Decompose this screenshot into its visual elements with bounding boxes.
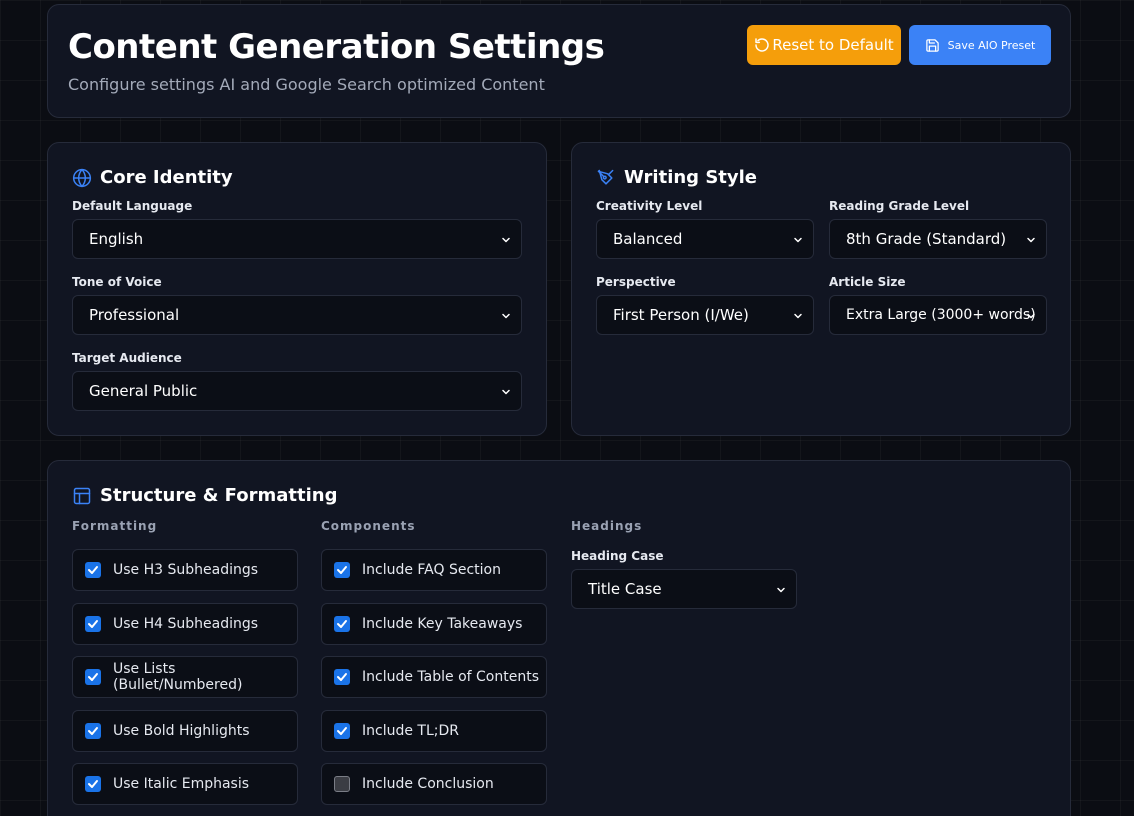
heading-case-value: Title Case bbox=[588, 580, 662, 598]
check-icon bbox=[88, 620, 98, 628]
option-label: Use Bold Highlights bbox=[113, 723, 250, 739]
checkbox-checked[interactable] bbox=[85, 669, 101, 685]
option-label: Use H4 Subheadings bbox=[113, 616, 259, 632]
target-audience-value: General Public bbox=[89, 382, 198, 400]
include-key-takeaways-option[interactable]: Include Key Takeaways bbox=[321, 603, 547, 645]
header-card: Content Generation Settings Configure se… bbox=[47, 4, 1071, 118]
heading-case-select[interactable]: Title Case bbox=[571, 569, 797, 609]
use-italic-emphasis-option[interactable]: Use Italic Emphasis bbox=[72, 763, 298, 805]
reading-grade-level-select[interactable]: 8th Grade (Standard) bbox=[829, 219, 1047, 259]
components-heading: Components bbox=[321, 519, 416, 533]
default-language-label: Default Language bbox=[72, 199, 193, 213]
page-title: Content Generation Settings bbox=[68, 27, 605, 67]
creativity-level-value: Balanced bbox=[613, 230, 683, 248]
formatting-heading: Formatting bbox=[72, 519, 158, 533]
reading-grade-level-value: 8th Grade (Standard) bbox=[846, 230, 1007, 248]
reset-button-label: Reset to Default bbox=[772, 36, 894, 54]
option-label: Use Lists (Bullet/Numbered) bbox=[113, 661, 243, 693]
writing-style-title-text: Writing Style bbox=[624, 167, 758, 188]
globe-icon bbox=[72, 168, 92, 187]
writing-style-title: Writing Style bbox=[596, 167, 757, 188]
writing-style-card: Writing Style Creativity Level Balanced … bbox=[571, 142, 1071, 436]
use-h3-subheadings-option[interactable]: Use H3 Subheadings bbox=[72, 549, 298, 591]
checkbox-checked[interactable] bbox=[334, 616, 350, 632]
layout-icon bbox=[73, 487, 91, 504]
tone-of-voice-label: Tone of Voice bbox=[72, 275, 162, 289]
chevron-down-icon bbox=[794, 313, 802, 319]
checkbox-checked[interactable] bbox=[334, 723, 350, 739]
checkbox-checked[interactable] bbox=[85, 776, 101, 792]
article-size-select[interactable]: Extra Large (3000+ words) bbox=[829, 295, 1047, 335]
rotate-ccw-icon bbox=[755, 38, 770, 52]
chevron-down-icon bbox=[502, 237, 510, 243]
perspective-label: Perspective bbox=[596, 275, 676, 289]
target-audience-select[interactable]: General Public bbox=[72, 371, 522, 411]
structure-formatting-title-text: Structure & Formatting bbox=[100, 485, 338, 506]
structure-formatting-card: Structure & Formatting Formatting Use H3… bbox=[47, 460, 1071, 816]
include-tldr-option[interactable]: Include TL;DR bbox=[321, 710, 547, 752]
use-h4-subheadings-option[interactable]: Use H4 Subheadings bbox=[72, 603, 298, 645]
perspective-value: First Person (I/We) bbox=[613, 306, 749, 324]
pen-nib-icon bbox=[597, 169, 614, 185]
checkbox-checked[interactable] bbox=[334, 669, 350, 685]
page-subtitle: Configure settings AI and Google Search … bbox=[68, 75, 545, 94]
default-language-value: English bbox=[89, 230, 144, 248]
article-size-value: Extra Large (3000+ words) bbox=[846, 307, 1036, 323]
check-icon bbox=[337, 727, 347, 735]
check-icon bbox=[88, 566, 98, 574]
article-size-label: Article Size bbox=[829, 275, 906, 289]
creativity-level-select[interactable]: Balanced bbox=[596, 219, 814, 259]
tone-of-voice-value: Professional bbox=[89, 306, 180, 324]
use-lists-option[interactable]: Use Lists (Bullet/Numbered) bbox=[72, 656, 298, 698]
core-identity-card: Core Identity Default Language English T… bbox=[47, 142, 547, 436]
headings-heading: Headings bbox=[571, 519, 643, 533]
chevron-down-icon bbox=[502, 389, 510, 395]
perspective-select[interactable]: First Person (I/We) bbox=[596, 295, 814, 335]
option-label: Use Italic Emphasis bbox=[113, 776, 250, 792]
structure-formatting-title: Structure & Formatting bbox=[72, 485, 337, 506]
heading-case-label: Heading Case bbox=[571, 549, 664, 563]
option-label: Include FAQ Section bbox=[362, 562, 501, 578]
save-aio-preset-button[interactable]: Save AIO Preset bbox=[909, 25, 1051, 65]
check-icon bbox=[337, 566, 347, 574]
chevron-down-icon bbox=[794, 237, 802, 243]
chevron-down-icon bbox=[1027, 237, 1035, 243]
option-label: Include Conclusion bbox=[362, 776, 494, 792]
creativity-level-label: Creativity Level bbox=[596, 199, 703, 213]
chevron-down-icon bbox=[777, 587, 785, 593]
reset-to-default-button[interactable]: Reset to Default bbox=[747, 25, 901, 65]
option-label: Include Table of Contents bbox=[362, 669, 539, 685]
tone-of-voice-select[interactable]: Professional bbox=[72, 295, 522, 335]
use-bold-highlights-option[interactable]: Use Bold Highlights bbox=[72, 710, 298, 752]
checkbox-checked[interactable] bbox=[85, 616, 101, 632]
floppy-disk-icon bbox=[925, 38, 939, 52]
save-button-label: Save AIO Preset bbox=[947, 38, 1036, 52]
include-faq-section-option[interactable]: Include FAQ Section bbox=[321, 549, 547, 591]
target-audience-label: Target Audience bbox=[72, 351, 182, 365]
check-icon bbox=[337, 673, 347, 681]
reading-grade-level-label: Reading Grade Level bbox=[829, 199, 970, 213]
check-icon bbox=[337, 620, 347, 628]
check-icon bbox=[88, 673, 98, 681]
core-identity-title: Core Identity bbox=[72, 167, 233, 188]
checkbox-checked[interactable] bbox=[85, 723, 101, 739]
default-language-select[interactable]: English bbox=[72, 219, 522, 259]
include-table-of-contents-option[interactable]: Include Table of Contents bbox=[321, 656, 547, 698]
option-label: Include Key Takeaways bbox=[362, 616, 523, 632]
option-label: Use H3 Subheadings bbox=[113, 562, 259, 578]
option-label: Include TL;DR bbox=[362, 723, 459, 739]
include-conclusion-option[interactable]: Include Conclusion bbox=[321, 763, 547, 805]
core-identity-title-text: Core Identity bbox=[100, 167, 233, 188]
checkbox-checked[interactable] bbox=[334, 562, 350, 578]
check-icon bbox=[88, 780, 98, 788]
chevron-down-icon bbox=[502, 313, 510, 319]
checkbox-unchecked[interactable] bbox=[334, 776, 350, 792]
checkbox-checked[interactable] bbox=[85, 562, 101, 578]
check-icon bbox=[88, 727, 98, 735]
chevron-down-icon bbox=[1027, 313, 1035, 319]
